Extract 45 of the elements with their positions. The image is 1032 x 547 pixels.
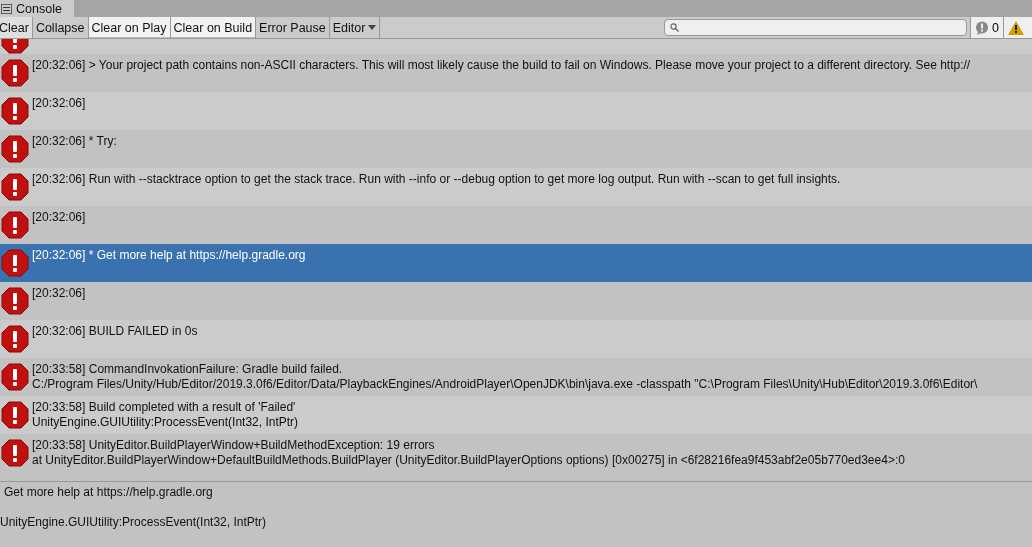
toggle-button[interactable]: Clear on Build (170, 17, 257, 38)
error-icon (1, 135, 29, 163)
log-text: [20:33:58] UnityEditor.BuildPlayerWindow+BuildMethodException: 19 errors (32, 438, 436, 453)
log-entry[interactable]: [20:32:06] (0, 92, 1032, 130)
log-text: [20:33:58] Build completed with a result of 'Failed' (32, 400, 297, 415)
search-icon (670, 23, 680, 32)
info-counter[interactable]: 0 (970, 17, 1003, 38)
log-text: [20:32:06] (32, 210, 86, 225)
log-text: [20:32:06] (32, 286, 86, 301)
console-tab[interactable]: Console (0, 0, 74, 17)
detail-text: UnityEngine.GUIUtility:ProcessEvent(Int32, IntPtr) (0, 515, 268, 530)
log-text: C:/Program Files/Unity/Hub/Editor/2019.3.0f6/Editor/Data/PlaybackEngines/AndroidPlayer\OpenJDK\bin\java.exe -classpath "C:\Program Files\Unity\Hub\Editor\2019.3.0f6\Editor\ (32, 377, 978, 392)
log-text: [20:32:06] > Your project path contains non-ASCII characters. This will most likely cause the build to fail on Windows. Please move your project to a different directory. See http:// (32, 58, 971, 73)
tab-title: Console (16, 1, 62, 16)
error-icon (1, 325, 29, 353)
log-entry[interactable]: [20:33:58] Build completed with a result of 'Failed' UnityEngine.GUIUtility:ProcessEvent(Int32, IntPtr) (0, 396, 1032, 434)
error-icon (1, 59, 29, 87)
warning-counter[interactable] (1003, 17, 1032, 38)
detail-text: Get more help at https://help.gradle.org (3, 485, 214, 500)
log-entry[interactable]: [20:32:06] BUILD FAILED in 0s (0, 320, 1032, 358)
caret-icon (368, 25, 377, 30)
warning-icon (1008, 20, 1024, 35)
log-text: [20:32:06] (32, 96, 86, 111)
log-entry[interactable]: [20:32:06] * Get more help at https://help.gradle.org (0, 244, 1032, 282)
log-text: UnityEngine.GUIUtility:ProcessEvent(Int32, IntPtr) (32, 415, 299, 430)
search-field[interactable] (664, 19, 968, 36)
error-icon (1, 401, 29, 429)
clear-button[interactable]: Clear (0, 17, 33, 38)
info-icon (975, 20, 990, 35)
log-text: [20:33:58] CommandInvokationFailure: Gradle build failed. (32, 362, 344, 377)
error-icon (1, 173, 29, 201)
error-icon (1, 363, 29, 391)
toggle-button[interactable]: Clear on Play (88, 17, 171, 38)
error-icon (1, 439, 29, 467)
log-text: [20:32:06] * Try: (32, 134, 117, 149)
error-icon (1, 211, 29, 239)
menu-icon (1, 3, 12, 14)
log-text: at UnityEditor.BuildPlayerWindow+DefaultBuildMethods.BuildPlayer (UnityEditor.BuildPlayerOptions options) [0x00275] in <6f28216fea9f453abf2e05b770ed3ee4>:0 (32, 453, 905, 468)
log-text: [20:32:06] Run with --stacktrace option to get the stack trace. Run with --info or --debug option to get more log output. Run with --scan to get full insights. (32, 172, 841, 187)
error-icon (1, 249, 29, 277)
error-icon (1, 97, 29, 125)
log-text: [20:32:06] * Get more help at https://help.gradle.org (32, 248, 306, 263)
error-icon (1, 287, 29, 315)
log-text: [20:32:06] BUILD FAILED in 0s (32, 324, 198, 339)
log-entry[interactable]: [20:32:06] Run with --stacktrace option to get the stack trace. Run with --info or --debug option to get more log output. Run with --scan to get full insights. (0, 168, 1032, 206)
